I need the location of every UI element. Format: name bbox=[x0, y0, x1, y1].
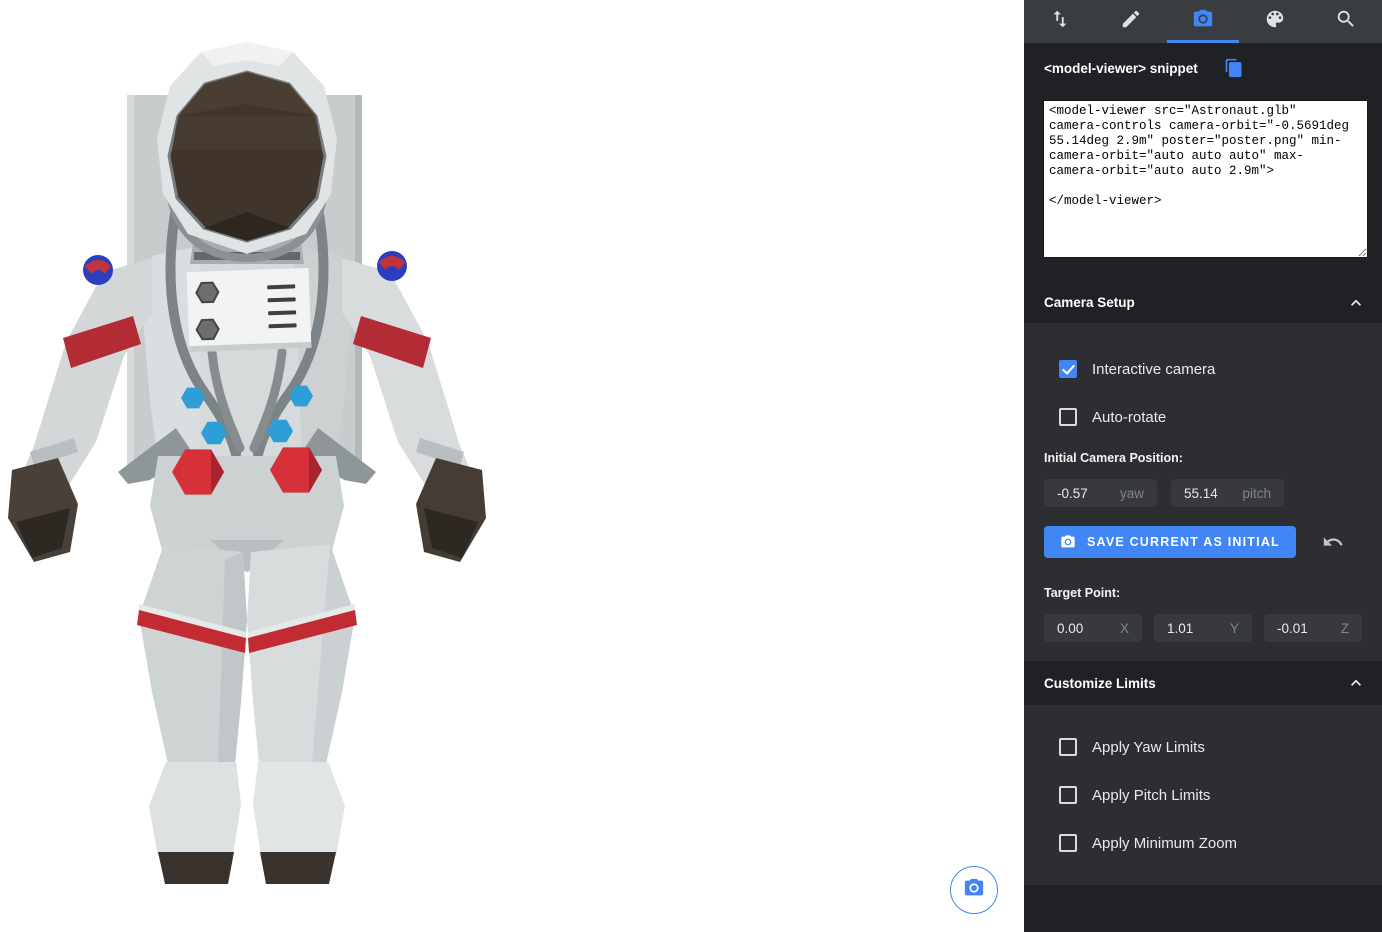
checkbox[interactable] bbox=[1059, 408, 1077, 426]
snippet-code-textarea[interactable]: <model-viewer src="Astronaut.glb" camera… bbox=[1043, 100, 1368, 258]
model-viewport[interactable] bbox=[0, 0, 1024, 932]
yaw-suffix: yaw bbox=[1120, 486, 1144, 501]
checkbox-apply-minimum-zoom[interactable]: Apply Minimum Zoom bbox=[1024, 819, 1382, 867]
target-z-suffix: Z bbox=[1341, 621, 1349, 636]
camera-icon bbox=[963, 877, 985, 904]
yaw-field[interactable]: -0.57 yaw bbox=[1044, 479, 1157, 507]
target-y-field[interactable]: 1.01 Y bbox=[1154, 614, 1252, 642]
target-y-suffix: Y bbox=[1230, 621, 1239, 636]
checkbox-apply-yaw-limits[interactable]: Apply Yaw Limits bbox=[1024, 723, 1382, 771]
section-title: Customize Limits bbox=[1044, 676, 1156, 691]
astronaut-model[interactable] bbox=[0, 0, 512, 932]
section-title: Camera Setup bbox=[1044, 295, 1135, 310]
palette-icon bbox=[1264, 8, 1286, 35]
editor-toolbar bbox=[1024, 0, 1382, 43]
checkbox-label: Apply Minimum Zoom bbox=[1092, 835, 1237, 852]
checkbox-interactive-camera[interactable]: Interactive camera bbox=[1024, 345, 1382, 393]
astronaut-chest-panel bbox=[187, 268, 312, 352]
checkbox-label: Auto-rotate bbox=[1092, 409, 1166, 426]
checkbox[interactable] bbox=[1059, 786, 1077, 804]
section-header-customize-limits[interactable]: Customize Limits bbox=[1024, 661, 1382, 705]
save-current-as-initial-button[interactable]: SAVE CURRENT AS INITIAL bbox=[1044, 526, 1296, 558]
checkbox-auto-rotate[interactable]: Auto-rotate bbox=[1024, 393, 1382, 441]
target-y-value: 1.01 bbox=[1167, 621, 1193, 636]
chevron-up-icon bbox=[1346, 293, 1366, 313]
tab-edit[interactable] bbox=[1096, 0, 1168, 43]
checkbox-label: Apply Pitch Limits bbox=[1092, 787, 1210, 804]
target-z-field[interactable]: -0.01 Z bbox=[1264, 614, 1362, 642]
checkbox[interactable] bbox=[1059, 360, 1077, 378]
swap-vertical-icon bbox=[1049, 8, 1071, 35]
camera-icon bbox=[1192, 8, 1214, 35]
tab-inspector[interactable] bbox=[1310, 0, 1382, 43]
target-x-value: 0.00 bbox=[1057, 621, 1083, 636]
editor-panel: <model-viewer> snippet <model-viewer src… bbox=[1024, 0, 1382, 932]
undo-icon[interactable] bbox=[1322, 531, 1344, 553]
target-x-field[interactable]: 0.00 X bbox=[1044, 614, 1142, 642]
capture-poster-button[interactable] bbox=[950, 866, 998, 914]
target-x-suffix: X bbox=[1120, 621, 1129, 636]
checkbox[interactable] bbox=[1059, 738, 1077, 756]
pitch-suffix: pitch bbox=[1242, 486, 1271, 501]
checkbox-apply-pitch-limits[interactable]: Apply Pitch Limits bbox=[1024, 771, 1382, 819]
camera-setup-body: Interactive camera Auto-rotate Initial C… bbox=[1024, 323, 1382, 661]
checkbox-label: Apply Yaw Limits bbox=[1092, 739, 1205, 756]
copy-icon[interactable] bbox=[1224, 58, 1244, 78]
search-icon bbox=[1335, 8, 1357, 35]
save-button-label: SAVE CURRENT AS INITIAL bbox=[1087, 535, 1280, 549]
checkbox-label: Interactive camera bbox=[1092, 361, 1215, 378]
tab-materials[interactable] bbox=[1239, 0, 1311, 43]
edit-icon bbox=[1120, 8, 1142, 35]
target-z-value: -0.01 bbox=[1277, 621, 1308, 636]
pitch-value: 55.14 bbox=[1184, 486, 1218, 501]
yaw-value: -0.57 bbox=[1057, 486, 1088, 501]
initial-camera-position-label: Initial Camera Position: bbox=[1044, 451, 1382, 467]
target-point-label: Target Point: bbox=[1044, 586, 1382, 602]
pitch-field[interactable]: 55.14 pitch bbox=[1171, 479, 1284, 507]
tab-import-export[interactable] bbox=[1024, 0, 1096, 43]
chevron-up-icon bbox=[1346, 673, 1366, 693]
camera-icon bbox=[1060, 534, 1087, 550]
snippet-title: <model-viewer> snippet bbox=[1044, 61, 1198, 76]
tab-camera[interactable] bbox=[1167, 0, 1239, 43]
customize-limits-body: Apply Yaw Limits Apply Pitch Limits Appl… bbox=[1024, 705, 1382, 885]
checkbox[interactable] bbox=[1059, 834, 1077, 852]
section-header-camera-setup[interactable]: Camera Setup bbox=[1024, 282, 1382, 323]
